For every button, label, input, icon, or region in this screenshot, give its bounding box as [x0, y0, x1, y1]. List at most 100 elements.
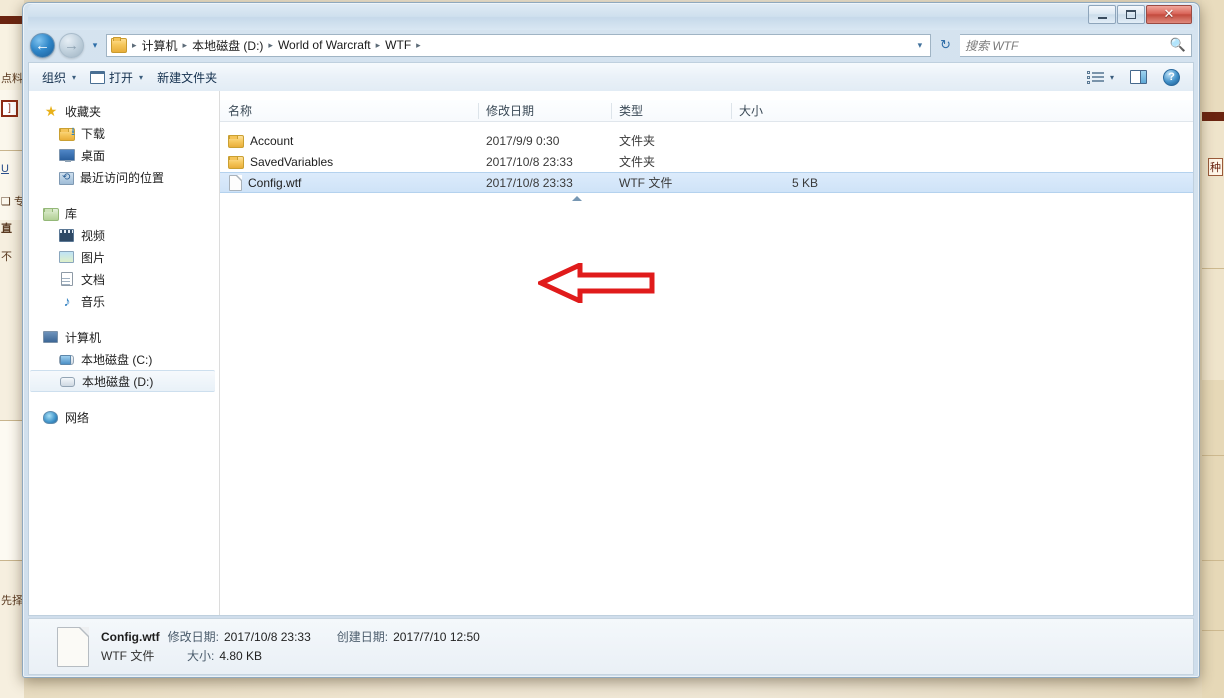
- bg-divider: [0, 150, 24, 151]
- back-arrow-icon: ←: [35, 36, 50, 54]
- close-button[interactable]: ✕: [1146, 5, 1192, 24]
- chevron-down-icon: ▾: [72, 72, 77, 82]
- bg-text: 先择: [1, 595, 23, 607]
- breadcrumb-separator: ▸: [268, 39, 273, 50]
- sidebar-item-downloads[interactable]: 下载: [29, 122, 219, 144]
- sidebar-group-network[interactable]: 网络: [29, 406, 219, 428]
- file-list-pane[interactable]: 名称 修改日期 类型 大小 Account 2017/9/9 0:30 文件夹 …: [220, 91, 1193, 615]
- details-pane: Config.wtf 修改日期: 2017/10/8 23:33 创建日期: 2…: [28, 618, 1194, 675]
- breadcrumb-item-drive[interactable]: 本地磁盘 (D:): [189, 36, 266, 55]
- details-size-value: 4.80 KB: [219, 648, 263, 663]
- file-name: Account: [250, 133, 294, 148]
- sidebar-item-recent-places[interactable]: 最近访问的位置: [29, 166, 219, 188]
- organize-button[interactable]: 组织 ▾: [35, 66, 83, 88]
- back-button[interactable]: ←: [30, 32, 55, 58]
- chevron-down-icon: ▾: [1109, 72, 1114, 82]
- table-row-selected[interactable]: Config.wtf 2017/10/8 23:33 WTF 文件 5 KB: [220, 172, 1193, 193]
- search-input[interactable]: 搜索 WTF: [965, 37, 1170, 54]
- generic-file-icon: [229, 174, 242, 191]
- list-top-spacer: [220, 122, 1193, 130]
- file-date-cell: 2017/9/9 0:30: [486, 133, 560, 148]
- annotation-arrow-icon: [538, 263, 655, 303]
- open-label: 打开: [109, 70, 134, 85]
- file-name: SavedVariables: [250, 154, 334, 169]
- address-bar[interactable]: ▸ 计算机 ▸ 本地磁盘 (D:) ▸ World of Warcraft ▸ …: [106, 33, 932, 57]
- breadcrumb-item-wow[interactable]: World of Warcraft: [275, 37, 374, 53]
- chevron-down-icon: ▾: [139, 72, 144, 82]
- folder-icon: [228, 156, 244, 169]
- bg-divider: [0, 560, 24, 561]
- forward-arrow-icon: →: [64, 36, 79, 54]
- sidebar-label: 库: [65, 206, 78, 221]
- address-dropdown-button[interactable]: ▾: [912, 40, 929, 51]
- forward-button[interactable]: →: [59, 32, 84, 58]
- sidebar-item-music[interactable]: ♪ 音乐: [29, 290, 219, 312]
- folder-icon: [228, 135, 244, 148]
- maximize-button[interactable]: [1117, 5, 1145, 24]
- details-modified-label: 修改日期:: [167, 629, 219, 644]
- computer-icon: [43, 329, 59, 345]
- new-folder-label: 新建文件夹: [157, 70, 218, 85]
- pictures-icon: [59, 249, 75, 265]
- table-row[interactable]: SavedVariables 2017/10/8 23:33 文件夹: [220, 151, 1193, 172]
- chevron-down-icon: ▾: [92, 39, 98, 50]
- sidebar-label: 音乐: [81, 294, 106, 309]
- sidebar-item-documents[interactable]: 文档: [29, 268, 219, 290]
- title-bar[interactable]: ✕: [28, 4, 1194, 30]
- file-name-cell: Account: [220, 133, 478, 148]
- organize-label: 组织: [42, 70, 67, 85]
- new-folder-button[interactable]: 新建文件夹: [150, 66, 224, 88]
- bg-text: 不: [1, 251, 12, 263]
- sidebar-item-videos[interactable]: 视频: [29, 224, 219, 246]
- details-line-2: WTF 文件 大小: 4.80 KB: [101, 647, 506, 666]
- sidebar-group-favorites[interactable]: ★ 收藏夹: [29, 100, 219, 122]
- bg-bar: [1202, 112, 1224, 121]
- window-controls: ✕: [1088, 5, 1192, 24]
- address-bar-row: ← → ▾ ▸ 计算机 ▸ 本地磁盘 (D:) ▸ World of Warcr…: [28, 30, 1194, 60]
- minimize-button[interactable]: [1088, 5, 1116, 24]
- sidebar-label: 本地磁盘 (D:): [82, 374, 154, 389]
- file-date-cell: 2017/10/8 23:33: [486, 175, 573, 190]
- bg-divider: [1202, 630, 1224, 631]
- bg-badge: ]: [1, 100, 18, 117]
- details-modified-value: 2017/10/8 23:33: [224, 629, 311, 644]
- column-header-size[interactable]: 大小: [731, 100, 826, 122]
- preview-pane-button[interactable]: [1123, 66, 1154, 88]
- history-dropdown-button[interactable]: ▾: [88, 34, 102, 56]
- breadcrumb-item-computer[interactable]: 计算机: [139, 36, 181, 55]
- search-box[interactable]: 搜索 WTF 🔍: [960, 33, 1192, 57]
- sidebar-item-drive-d[interactable]: 本地磁盘 (D:): [30, 370, 215, 392]
- sidebar-label: 最近访问的位置: [80, 170, 165, 185]
- open-button[interactable]: 打开 ▾: [83, 66, 150, 88]
- sidebar-label: 图片: [81, 250, 106, 265]
- sidebar-item-drive-c[interactable]: 本地磁盘 (C:): [29, 348, 219, 370]
- music-icon: ♪: [63, 293, 71, 309]
- command-toolbar: 组织 ▾ 打开 ▾ 新建文件夹 ▾ ?: [28, 62, 1194, 91]
- address-bar-right: ▾: [912, 40, 929, 51]
- breadcrumb-separator: ▸: [375, 39, 381, 50]
- column-header-name[interactable]: 名称: [220, 100, 478, 122]
- sidebar-group-libraries[interactable]: 库: [29, 202, 219, 224]
- sidebar-group-computer[interactable]: 计算机: [29, 326, 219, 348]
- details-created-value: 2017/7/10 12:50: [393, 629, 480, 644]
- column-header-type[interactable]: 类型: [611, 100, 731, 122]
- details-file-type: WTF 文件: [101, 648, 155, 663]
- sidebar-item-desktop[interactable]: 桌面: [29, 144, 219, 166]
- bg-divider: [1202, 455, 1224, 456]
- bg-text: ❑ 专: [1, 196, 24, 208]
- table-row[interactable]: Account 2017/9/9 0:30 文件夹: [220, 130, 1193, 151]
- change-view-button[interactable]: ▾: [1080, 66, 1121, 88]
- view-layout-icon: [1086, 70, 1104, 84]
- refresh-button[interactable]: ↻: [935, 37, 956, 53]
- column-header-date[interactable]: 修改日期: [478, 100, 611, 122]
- minimize-icon: [1097, 16, 1107, 19]
- details-size-label: 大小:: [187, 648, 215, 663]
- recent-places-icon: [59, 171, 74, 185]
- explorer-body: ★ 收藏夹 下载 桌面 最近访问的位置 库 视频: [28, 91, 1194, 616]
- sidebar-item-pictures[interactable]: 图片: [29, 246, 219, 268]
- breadcrumb-item-wtf[interactable]: WTF: [382, 37, 414, 53]
- sidebar-label: 本地磁盘 (C:): [81, 352, 153, 367]
- help-button[interactable]: ?: [1156, 66, 1187, 88]
- navigation-pane[interactable]: ★ 收藏夹 下载 桌面 最近访问的位置 库 视频: [29, 91, 220, 615]
